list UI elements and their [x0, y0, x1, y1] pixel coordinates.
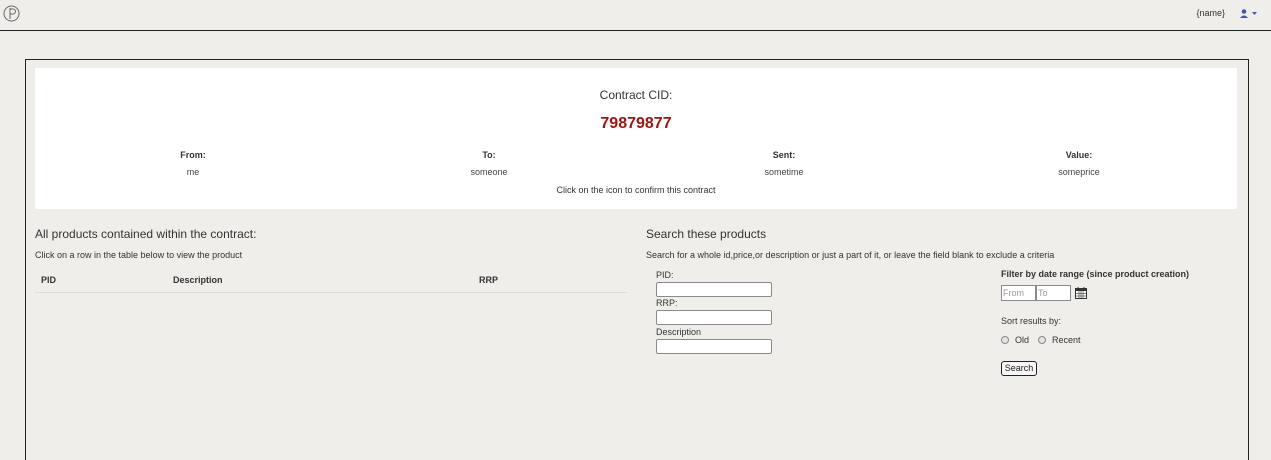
sort-title: Sort results by: [1001, 316, 1062, 326]
field-sent: Sent: sometime [684, 150, 884, 177]
contract-card: Contract CID: 79879877 From: me To: some… [35, 68, 1237, 209]
search-title: Search these products [646, 227, 767, 241]
field-value: Value: someprice [979, 150, 1179, 177]
field-to-value: someone [470, 167, 508, 177]
rrp-label: RRP: [656, 298, 678, 308]
sort-old-label[interactable]: Old [1015, 335, 1029, 345]
field-sent-label: Sent: [772, 150, 796, 160]
contract-cid-label: Contract CID: [599, 88, 673, 102]
field-value-label: Value: [1065, 150, 1093, 160]
column-header-description[interactable]: Description [173, 275, 223, 285]
column-header-pid[interactable]: PID [41, 275, 56, 285]
top-navbar: {name} [0, 0, 1271, 31]
search-button[interactable]: Search [1001, 361, 1037, 376]
products-subtitle: Click on a row in the table below to vie… [35, 250, 243, 260]
date-filter-title: Filter by date range (since product crea… [1001, 269, 1190, 279]
date-to-input[interactable] [1036, 285, 1071, 301]
logo-icon[interactable] [3, 5, 20, 22]
column-header-rrp[interactable]: RRP [479, 275, 498, 285]
sort-old-radio[interactable] [1001, 336, 1009, 344]
products-table-header: PID Description RRP [35, 266, 627, 293]
confirm-note: Click on the icon to confirm this contra… [556, 185, 716, 195]
sort-recent-radio[interactable] [1038, 336, 1046, 344]
chevron-down-icon [1252, 12, 1257, 15]
field-sent-value: sometime [764, 167, 804, 177]
description-label: Description [656, 327, 702, 337]
field-from-value: me [186, 167, 200, 177]
contract-cid-value: 79879877 [600, 115, 672, 132]
pid-input[interactable] [656, 282, 772, 297]
field-from: From: me [93, 150, 293, 177]
calendar-icon[interactable] [1075, 287, 1087, 299]
description-input[interactable] [656, 339, 772, 354]
products-title: All products contained within the contra… [35, 227, 257, 241]
search-subtitle: Search for a whole id,price,or descripti… [646, 250, 1055, 260]
pid-label: PID: [656, 270, 674, 280]
field-value-value: someprice [1058, 167, 1100, 177]
user-icon[interactable] [1239, 7, 1259, 21]
date-from-input[interactable] [1001, 285, 1036, 301]
field-to-label: To: [482, 150, 496, 160]
rrp-input[interactable] [656, 310, 772, 325]
sort-recent-label[interactable]: Recent [1052, 335, 1081, 345]
field-from-label: From: [180, 150, 206, 160]
username-label: {name} [1196, 8, 1225, 18]
main-panel: Contract CID: 79879877 From: me To: some… [25, 59, 1249, 460]
field-to: To: someone [389, 150, 589, 177]
